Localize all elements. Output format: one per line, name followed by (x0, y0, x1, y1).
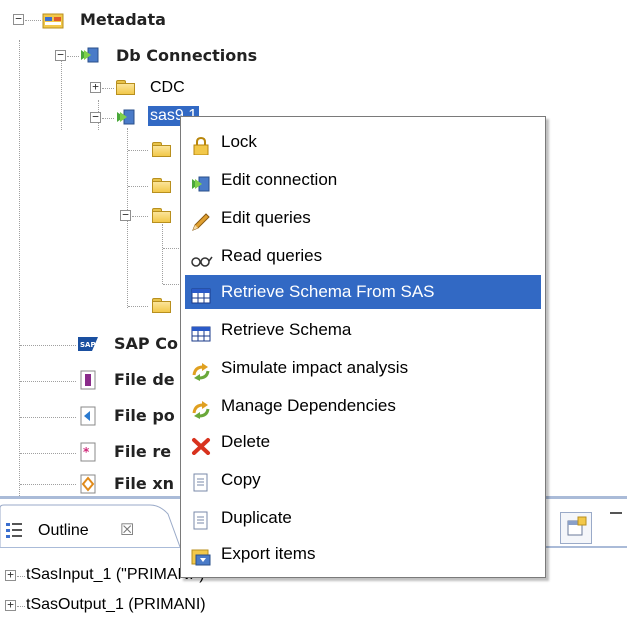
tree-item-cdc[interactable]: CDC (150, 78, 185, 98)
menu-item-duplicate[interactable]: Duplicate (185, 501, 541, 535)
arrows-icon (191, 397, 211, 419)
cdc-expander[interactable]: + (90, 81, 101, 93)
outline-icon (6, 522, 24, 538)
context-menu: Lock Edit connection Edit queries Read q… (180, 116, 546, 578)
file-delimited-icon (80, 370, 96, 390)
lock-icon (191, 133, 211, 156)
subfolder-icon (152, 178, 171, 193)
duplicate-icon (191, 509, 211, 530)
delete-icon (191, 433, 211, 455)
export-icon (191, 545, 211, 566)
db-connections-icon (80, 46, 100, 64)
tab-outline[interactable]: Outline ☒ (0, 504, 180, 548)
tree-item-sap[interactable]: SAP Co (114, 334, 178, 354)
tab-outline-label: Outline (38, 522, 89, 539)
metadata-icon (42, 10, 64, 30)
svg-text:SAP: SAP (80, 341, 96, 349)
glasses-icon (191, 247, 213, 267)
sap-icon: SAP (78, 336, 98, 352)
table-icon (191, 283, 211, 304)
outline-expander[interactable]: + (5, 569, 16, 581)
tree-item-metadata[interactable]: Metadata (80, 10, 166, 30)
menu-item-export-items[interactable]: Export items (185, 537, 541, 571)
outline-expander[interactable]: + (5, 599, 16, 611)
menu-item-copy[interactable]: Copy (185, 463, 541, 497)
subfolder-expander[interactable]: − (120, 209, 131, 221)
menu-item-read-queries[interactable]: Read queries (185, 239, 541, 273)
tree-item-db-connections[interactable]: Db Connections (116, 46, 257, 66)
toolbar-button[interactable] (560, 512, 592, 544)
outline-item-output[interactable]: tSasOutput_1 (PRIMANI) (26, 596, 206, 614)
table-icon (191, 321, 211, 342)
pencil-icon (191, 209, 211, 231)
close-icon[interactable]: ☒ (120, 520, 134, 540)
tree-item-file-regex[interactable]: File re (114, 442, 171, 462)
subfolder-icon (152, 298, 171, 313)
menu-item-edit-queries[interactable]: Edit queries (185, 201, 541, 235)
minimize-icon[interactable] (610, 512, 622, 526)
copy-icon (191, 471, 211, 492)
file-regex-icon: * (80, 442, 96, 462)
db-connections-expander[interactable]: − (55, 49, 66, 61)
menu-item-simulate-impact-analysis[interactable]: Simulate impact analysis (185, 351, 541, 385)
cdc-folder-icon (116, 80, 135, 95)
menu-item-retrieve-schema[interactable]: Retrieve Schema (185, 313, 541, 347)
arrows-icon (191, 359, 211, 381)
tree-item-file-xml[interactable]: File xn (114, 474, 174, 494)
file-xml-icon (80, 474, 96, 494)
tree-item-file-delimited[interactable]: File de (114, 370, 175, 390)
subfolder-icon (152, 208, 171, 223)
file-positional-icon (80, 406, 96, 426)
subfolder-icon (152, 142, 171, 157)
metadata-expander[interactable]: − (13, 13, 24, 25)
edit-connection-icon (191, 171, 211, 192)
menu-item-edit-connection[interactable]: Edit connection (185, 163, 541, 197)
svg-text:*: * (83, 445, 90, 459)
menu-item-lock[interactable]: Lock (185, 125, 541, 159)
sas-connection-icon (116, 108, 136, 126)
menu-item-delete[interactable]: Delete (185, 425, 541, 459)
menu-item-manage-dependencies[interactable]: Manage Dependencies (185, 389, 541, 423)
tree-item-file-positional[interactable]: File po (114, 406, 175, 426)
sas-expander[interactable]: − (90, 111, 101, 123)
outline-item-input[interactable]: tSasInput_1 ("PRIMANI") (26, 566, 205, 584)
menu-item-retrieve-schema-from-sas[interactable]: Retrieve Schema From SAS (185, 275, 541, 309)
